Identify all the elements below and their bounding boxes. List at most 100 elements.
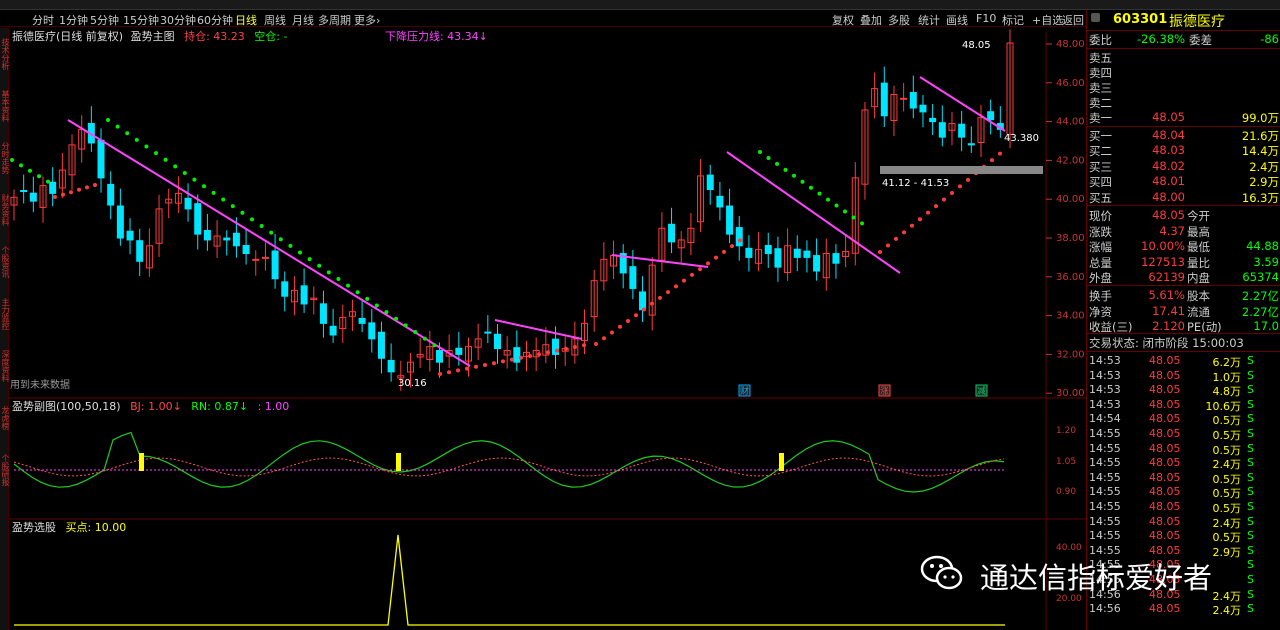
sub-chart-2-header: 盈势选股 买点: 10.00 xyxy=(12,519,126,535)
stat-value-2: 2.27亿 xyxy=(1241,304,1279,319)
candle-body xyxy=(319,303,327,324)
stop-dot xyxy=(298,250,302,255)
tick-side: S xyxy=(1247,383,1254,397)
wechat-icon xyxy=(920,555,963,590)
stop-dot xyxy=(546,350,550,355)
tick-time: 14:54 xyxy=(1089,412,1121,426)
sub2-buy: 买点: 10.00 xyxy=(65,521,127,534)
stop-dot xyxy=(594,342,598,346)
price-axis-label: 30.00 xyxy=(1056,388,1085,399)
period-tab[interactable]: 月线 xyxy=(292,12,314,28)
sub2-title[interactable]: 盈势选股 xyxy=(12,521,56,534)
candle-body xyxy=(726,205,734,235)
period-tab[interactable]: 多周期 xyxy=(318,12,351,28)
stop-dot xyxy=(843,209,847,214)
period-tab[interactable]: 30分钟 xyxy=(160,12,196,28)
period-toolbar: 分时 1分钟 5分钟 15分钟 30分钟 60分钟 日线 周线 月线 多周期 更多› 复权 叠加 多股 统计… xyxy=(0,10,1086,27)
trade-status: 交易状态: 闭市阶段 15:00:03 xyxy=(1087,335,1280,350)
tool-button[interactable]: 叠加 xyxy=(860,12,882,28)
stop-dot xyxy=(706,261,710,266)
candle-body xyxy=(252,258,260,261)
period-tab[interactable]: 60分钟 xyxy=(197,12,233,28)
stop-dot xyxy=(106,118,110,122)
stop-dot xyxy=(288,243,293,248)
chart-canvas[interactable]: 48.00 46.00 44.00 42.00 40.00 38.00 36.00 34.00… xyxy=(0,27,1086,630)
stat-label-2: 今开 xyxy=(1187,209,1210,223)
tick-volume: 6.2万 xyxy=(1212,356,1242,369)
stat-value: 10.00% xyxy=(1141,239,1185,253)
stat-value: 2.120 xyxy=(1152,319,1185,333)
stop-dot xyxy=(483,363,487,367)
stat-label-2: 量比 xyxy=(1187,255,1210,270)
stat-row: 换手 5.61% 股本 2.27亿 xyxy=(1087,288,1280,303)
price-annotation: 48.05 xyxy=(962,40,991,51)
stop-dot xyxy=(10,158,14,162)
sub1-title[interactable]: 盈势副图(100,50,18) xyxy=(12,400,121,413)
pressure-line xyxy=(494,319,583,340)
tool-button[interactable]: +自选 xyxy=(1032,12,1063,28)
stat-value: 17.41 xyxy=(1152,303,1185,318)
stop-dot xyxy=(269,230,274,235)
stop-dot xyxy=(758,150,762,154)
event-marker: 涨 xyxy=(880,386,889,397)
price-annotation: 41.12 - 41.53 xyxy=(882,178,949,189)
candle-body xyxy=(329,325,337,336)
stop-dot xyxy=(698,267,702,272)
stop-dot xyxy=(722,249,726,254)
price-axis-label: 34.00 xyxy=(1056,311,1085,322)
price-axis-label: 38.00 xyxy=(1056,233,1085,244)
candle-body xyxy=(281,281,289,297)
period-tab[interactable]: 15分钟 xyxy=(123,12,159,28)
stop-dot xyxy=(93,183,97,187)
tick-side: S xyxy=(1247,354,1254,367)
stop-dot xyxy=(307,257,312,262)
stop-dot xyxy=(674,284,678,289)
tool-button[interactable]: 画线 xyxy=(946,12,968,28)
stop-dot xyxy=(202,184,206,189)
stop-dot xyxy=(792,173,796,178)
tick-volume: 0.5万 xyxy=(1212,429,1242,442)
stop-dot xyxy=(626,318,630,323)
candle-body xyxy=(116,205,124,239)
candle-body xyxy=(368,322,376,340)
row-label: 买五 xyxy=(1089,190,1112,205)
tool-button[interactable]: F10 xyxy=(976,12,996,25)
tool-button[interactable]: 返回 xyxy=(1062,12,1084,28)
tool-button[interactable]: 多股 xyxy=(888,12,910,28)
candle-body xyxy=(793,248,801,258)
stop-dot xyxy=(173,164,178,169)
stop-dot xyxy=(783,167,788,172)
stop-dot xyxy=(46,179,50,184)
candle-body xyxy=(300,285,308,305)
period-tab[interactable]: 日线 xyxy=(235,12,257,28)
stop-dot xyxy=(211,190,216,195)
event-marker: 财 xyxy=(740,385,749,397)
watermark: 通达信指标爱好者 xyxy=(920,549,1250,597)
period-tab[interactable]: 5分钟 xyxy=(90,12,119,28)
candle-body xyxy=(803,250,811,258)
row-label: 卖五 xyxy=(1089,51,1112,65)
quote-row: 卖五 xyxy=(1087,50,1280,65)
candle-body xyxy=(513,347,521,363)
period-tab[interactable]: 更多› xyxy=(354,12,380,28)
tool-button[interactable]: 标记 xyxy=(1002,12,1024,28)
tool-button[interactable]: 复权 xyxy=(832,12,854,28)
tool-button[interactable]: 统计 xyxy=(918,12,940,28)
period-tab[interactable]: 周线 xyxy=(264,12,286,28)
stop-dot xyxy=(336,276,341,281)
stat-label-2: 流通 xyxy=(1187,304,1210,319)
row-label: 卖四 xyxy=(1089,66,1112,80)
period-tab[interactable]: 分时 xyxy=(32,12,54,28)
row-label: 卖二 xyxy=(1089,96,1112,110)
tick-volume: 1.0万 xyxy=(1212,370,1242,384)
price-axis-label: 44.00 xyxy=(1056,117,1085,128)
stop-dot xyxy=(998,151,1002,156)
row-label: 买二 xyxy=(1089,144,1112,159)
signal-bar xyxy=(139,453,144,471)
period-tab[interactable]: 1分钟 xyxy=(59,12,88,28)
candle-body xyxy=(639,291,647,311)
stat-label-2: 最高 xyxy=(1187,224,1210,239)
stop-dot xyxy=(438,372,442,376)
stop-dot xyxy=(77,187,81,192)
stock-name: 振德医疗 xyxy=(1169,14,1225,30)
